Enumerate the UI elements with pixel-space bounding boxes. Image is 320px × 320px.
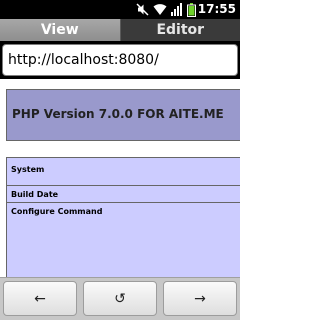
wifi-icon bbox=[153, 4, 167, 15]
tab-bar: View Editor bbox=[0, 19, 240, 41]
web-content[interactable]: PHP Version 7.0.0 FOR AITE.ME System Bui… bbox=[0, 79, 240, 277]
url-bar bbox=[0, 41, 240, 79]
signal-icon bbox=[171, 3, 182, 16]
status-time: 17:55 bbox=[197, 2, 236, 16]
arrow-left-icon: ← bbox=[34, 290, 46, 307]
php-info-table: System Build Date Configure Command bbox=[6, 157, 240, 277]
table-row-build-date: Build Date bbox=[7, 186, 240, 203]
reload-icon: ↺ bbox=[114, 290, 126, 307]
back-button[interactable]: ← bbox=[3, 281, 77, 316]
forward-button[interactable]: → bbox=[163, 281, 237, 316]
mute-icon bbox=[136, 3, 149, 16]
status-bar: 17:55 bbox=[0, 0, 240, 19]
table-row-configure-command: Configure Command bbox=[7, 203, 240, 277]
arrow-right-icon: → bbox=[194, 290, 206, 307]
table-row-system: System bbox=[7, 158, 240, 186]
navigation-bar: ← ↺ → bbox=[0, 277, 240, 320]
tab-view[interactable]: View bbox=[0, 19, 121, 41]
battery-icon bbox=[187, 2, 196, 17]
tab-editor[interactable]: Editor bbox=[120, 19, 240, 41]
status-icons bbox=[136, 2, 196, 17]
reload-button[interactable]: ↺ bbox=[83, 281, 157, 316]
url-input[interactable] bbox=[2, 44, 238, 76]
php-version-header: PHP Version 7.0.0 FOR AITE.ME bbox=[6, 89, 240, 141]
